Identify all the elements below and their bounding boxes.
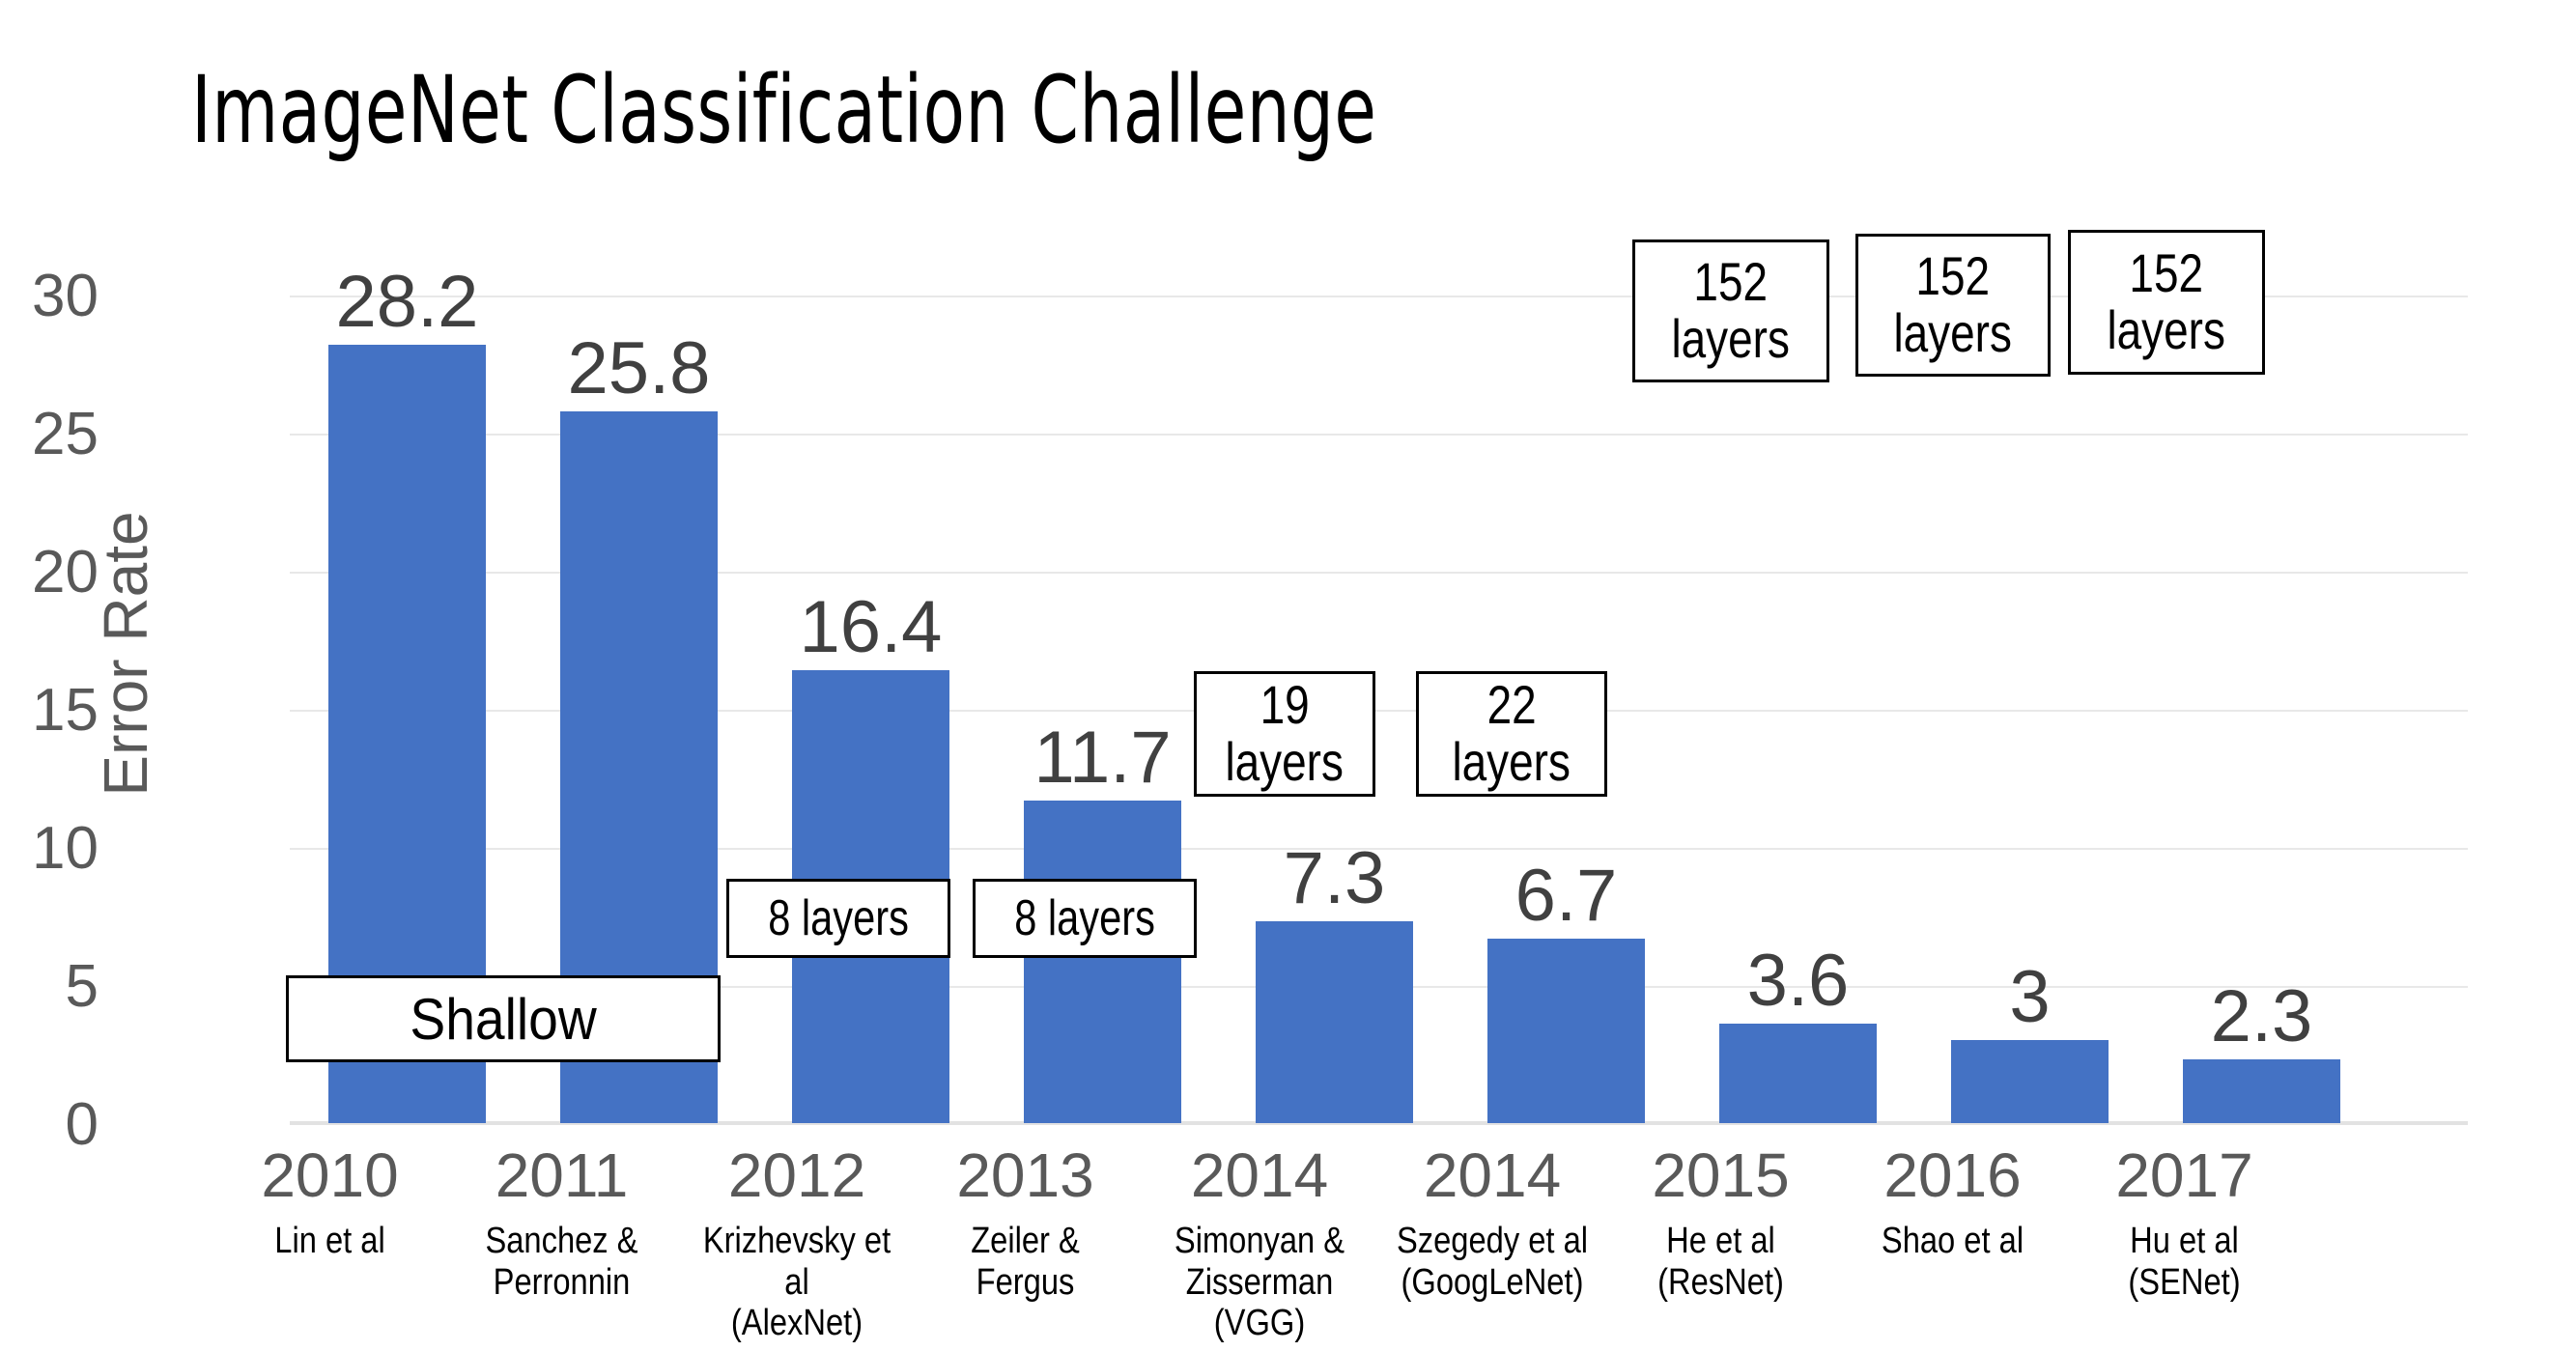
callout-22-layers-googlenet[interactable]: 22 layers (1416, 671, 1607, 797)
bar-value-2013: 11.7 (1033, 717, 1172, 799)
callout-shallow[interactable]: Shallow (286, 975, 721, 1062)
x-label-2013: 2013 Zeiler & Fergus (927, 1140, 1123, 1303)
bar-2016-shao[interactable] (1951, 1040, 2109, 1123)
x-label-2015: 2015 He et al (ResNet) (1623, 1140, 1819, 1303)
x-label-2017: 2017 Hu et al (SENet) (2086, 1140, 2282, 1303)
y-tick-15: 15 (32, 677, 99, 744)
x-label-2016-year: 2016 (1883, 1140, 2022, 1210)
bar-value-2016: 3 (2009, 956, 2051, 1038)
bar-2014-googlenet[interactable] (1487, 939, 1645, 1123)
callout-152-layers-senet-num: 152 (2129, 242, 2204, 304)
y-tick-10: 10 (32, 815, 99, 882)
bar-value-2012: 16.4 (799, 586, 943, 668)
y-axis-title: Error Rate (91, 511, 160, 797)
callout-152-layers-shao[interactable]: 152 layers (1855, 234, 2051, 377)
callout-152-layers-shao-num: 152 (1915, 245, 1991, 307)
x-label-2012-year: 2012 (727, 1140, 866, 1210)
callout-19-layers-vgg[interactable]: 19 layers (1194, 671, 1375, 797)
x-label-2013-year: 2013 (956, 1140, 1094, 1210)
callout-152-layers-senet-word: layers (2107, 299, 2226, 360)
callout-152-layers-resnet[interactable]: 152 layers (1632, 239, 1829, 382)
x-label-2012: 2012 Krizhevsky et al (AlexNet) (676, 1140, 918, 1344)
callout-19-layers-num: 19 (1260, 674, 1310, 736)
y-tick-25: 25 (32, 401, 99, 467)
x-label-2014-googlenet-author: Szegedy et al (GoogLeNet) (1396, 1221, 1589, 1303)
y-tick-5: 5 (65, 953, 99, 1020)
x-label-2015-author: He et al (ResNet) (1657, 1221, 1784, 1303)
bar-value-2017: 2.3 (2210, 975, 2313, 1057)
bar-value-2010: 28.2 (335, 261, 479, 343)
bar-2017-senet[interactable] (2183, 1059, 2340, 1123)
x-label-2010-year: 2010 (261, 1140, 399, 1210)
callout-152-layers-shao-word: layers (1893, 302, 2013, 363)
callout-8-layers-alexnet[interactable]: 8 layers (726, 879, 950, 958)
page-title: ImageNet Classification Challenge (191, 56, 1377, 164)
x-label-2014-googlenet: 2014 Szegedy et al (GoogLeNet) (1372, 1140, 1613, 1303)
callout-8-layers-alexnet-label: 8 layers (768, 889, 909, 946)
callout-152-layers-resnet-word: layers (1671, 308, 1791, 369)
x-label-2016: 2016 Shao et al (1854, 1140, 2051, 1262)
callout-19-layers-word: layers (1225, 731, 1345, 792)
callout-8-layers-zf[interactable]: 8 layers (973, 879, 1197, 958)
x-label-2014-vgg-year: 2014 (1190, 1140, 1329, 1210)
bar-value-2011: 25.8 (567, 327, 711, 409)
y-tick-20: 20 (32, 539, 99, 605)
bar-value-2015: 3.6 (1746, 940, 1850, 1022)
x-label-2017-year: 2017 (2115, 1140, 2253, 1210)
x-label-2011-author: Sanchez & Perronnin (485, 1221, 638, 1303)
x-label-2014-googlenet-year: 2014 (1423, 1140, 1562, 1210)
x-label-2011-year: 2011 (495, 1140, 629, 1210)
x-label-2010: 2010 Lin et al (232, 1140, 428, 1262)
x-label-2012-author: Krizhevsky et al (AlexNet) (702, 1221, 892, 1344)
x-label-2014-vgg-author: Simonyan & Zisserman (VGG) (1174, 1221, 1345, 1344)
x-label-2017-author: Hu et al (SENet) (2128, 1221, 2241, 1303)
callout-22-layers-num: 22 (1486, 674, 1537, 736)
x-label-2016-author: Shao et al (1881, 1221, 2024, 1262)
slide-canvas: ImageNet Classification Challenge Error … (0, 0, 2576, 1351)
callout-152-layers-senet[interactable]: 152 layers (2068, 230, 2265, 375)
callout-22-layers-word: layers (1452, 731, 1571, 792)
y-tick-0: 0 (65, 1091, 99, 1158)
callout-8-layers-zf-label: 8 layers (1014, 889, 1155, 946)
bar-value-2014-googlenet: 6.7 (1514, 855, 1618, 937)
callout-152-layers-resnet-num: 152 (1693, 251, 1769, 313)
x-label-2015-year: 2015 (1652, 1140, 1790, 1210)
y-tick-30: 30 (32, 263, 99, 329)
x-label-2011: 2011 Sanchez & Perronnin (464, 1140, 660, 1303)
callout-shallow-label: Shallow (410, 986, 597, 1052)
x-label-2014-vgg: 2014 Simonyan & Zisserman (VGG) (1130, 1140, 1389, 1344)
x-label-2010-author: Lin et al (274, 1221, 385, 1262)
bar-2015-resnet[interactable] (1719, 1024, 1877, 1123)
bar-2014-vgg[interactable] (1256, 921, 1413, 1123)
bar-2013[interactable] (1024, 801, 1181, 1123)
x-label-2013-author: Zeiler & Fergus (971, 1221, 1080, 1303)
bar-value-2014-vgg: 7.3 (1283, 837, 1386, 919)
